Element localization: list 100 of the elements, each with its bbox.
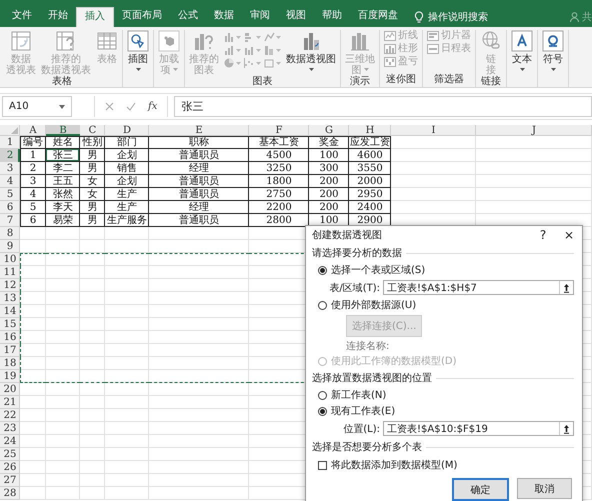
dialog-title: 创建数据透视图: [312, 228, 383, 242]
row-header[interactable]: 18: [0, 357, 20, 370]
shapes-icon: [127, 30, 149, 52]
person-icon: [570, 12, 579, 22]
radio-label[interactable]: 使用外部数据源(U): [331, 298, 416, 312]
column-header[interactable]: F: [249, 125, 309, 136]
slicer-icon: [427, 31, 439, 41]
row-header[interactable]: 16: [0, 331, 20, 344]
row-header[interactable]: 15: [0, 318, 20, 331]
table-cell: 男: [80, 214, 105, 227]
radio-button[interactable]: [318, 300, 327, 310]
row-header[interactable]: 23: [0, 422, 20, 435]
column-header[interactable]: E: [149, 125, 249, 136]
table-cell: 经理: [149, 201, 249, 214]
formula-field[interactable]: 张三: [174, 96, 592, 117]
field-label: 表/区域(T):: [328, 282, 380, 294]
row-header[interactable]: 19: [0, 370, 20, 383]
row-header[interactable]: 6: [0, 201, 20, 214]
row-header[interactable]: 5: [0, 188, 20, 201]
table-cell: 普通职员: [149, 175, 249, 188]
row-header[interactable]: 13: [0, 292, 20, 305]
radio-label[interactable]: 新工作表(N): [331, 388, 386, 402]
table-cell: 职称: [149, 136, 249, 149]
checkbox[interactable]: [318, 460, 327, 470]
ribbon-tab[interactable]: 百度网盘: [350, 7, 406, 27]
name-box[interactable]: A10: [2, 96, 72, 117]
row-header[interactable]: 11: [0, 266, 20, 279]
section-heading: 请选择要分析的数据: [312, 246, 402, 260]
row-header[interactable]: 17: [0, 344, 20, 357]
ribbon-tab[interactable]: 帮助: [314, 7, 350, 27]
column-header[interactable]: I: [391, 125, 476, 136]
radio-button[interactable]: [318, 406, 327, 416]
radio-button[interactable]: [318, 266, 327, 274]
row-header[interactable]: 26: [0, 461, 20, 474]
ribbon-button[interactable]: 插图: [125, 30, 151, 71]
table-cell: 男: [80, 162, 105, 175]
range-field[interactable]: 工资表!$A$10:$F$19: [383, 421, 574, 436]
table-cell: 5: [20, 201, 46, 214]
pie-chart-icon: [224, 58, 235, 69]
row-header[interactable]: 9: [0, 240, 20, 253]
column-header[interactable]: C: [80, 125, 105, 136]
combo-chart-icon: [264, 45, 275, 56]
row-header[interactable]: 20: [0, 383, 20, 396]
row-header[interactable]: 3: [0, 162, 20, 175]
ribbon-tab[interactable]: 开始: [40, 7, 76, 27]
ribbon-tab[interactable]: 数据: [206, 7, 242, 27]
caret-icon: [236, 36, 241, 39]
row-header[interactable]: 4: [0, 175, 20, 188]
row-header[interactable]: 14: [0, 305, 20, 318]
column-header[interactable]: J: [476, 125, 592, 136]
ribbon-tab[interactable]: 文件: [4, 7, 40, 27]
table-cell: 200: [309, 175, 349, 188]
tell-me-search[interactable]: 操作说明搜索: [428, 10, 488, 24]
table-cell: 普通职员: [149, 214, 249, 227]
row-header[interactable]: 7: [0, 214, 20, 227]
ribbon-tab[interactable]: 公式: [170, 7, 206, 27]
table-cell: 3: [20, 175, 46, 188]
table-cell: 普通职员: [149, 188, 249, 201]
close-button[interactable]: ×: [556, 228, 582, 242]
row-header[interactable]: 1: [0, 136, 20, 149]
ribbon-button[interactable]: 文本: [509, 30, 535, 71]
ribbon-tab[interactable]: 视图: [278, 7, 314, 27]
column-header[interactable]: H: [349, 125, 391, 136]
ribbon-tab[interactable]: 插入: [76, 7, 114, 27]
column-header[interactable]: B: [46, 125, 80, 136]
row-header[interactable]: 25: [0, 448, 20, 461]
caret-icon: [236, 49, 241, 52]
row-header[interactable]: 10: [0, 253, 20, 266]
row-header[interactable]: 22: [0, 409, 20, 422]
column-header[interactable]: A: [20, 125, 46, 136]
dialog-button[interactable]: 确定: [452, 478, 509, 501]
column-header[interactable]: G: [309, 125, 349, 136]
row-header[interactable]: 8: [0, 227, 20, 240]
column-header[interactable]: D: [105, 125, 149, 136]
radio-label[interactable]: 现有工作表(E): [331, 404, 396, 418]
table-cell: 3550: [349, 162, 391, 175]
row-header[interactable]: 21: [0, 396, 20, 409]
row-header[interactable]: 28: [0, 487, 20, 500]
group-label: 筛选器: [434, 74, 464, 87]
insert-function-button[interactable]: fx: [148, 101, 158, 112]
ribbon-tab[interactable]: 审阅: [242, 7, 278, 27]
radio-button[interactable]: [318, 390, 327, 400]
ribbon-button[interactable]: 符号: [540, 30, 566, 71]
caret-icon: [256, 36, 261, 39]
dialog-button[interactable]: 取消: [517, 478, 572, 499]
help-button[interactable]: ?: [530, 228, 556, 242]
caret-icon: [256, 49, 261, 52]
table-cell: 200: [309, 201, 349, 214]
caret-icon: [256, 62, 261, 65]
radio-label[interactable]: 选择一个表或区域(S): [331, 263, 426, 277]
row-header[interactable]: 2: [0, 149, 20, 162]
row-header[interactable]: 27: [0, 474, 20, 487]
caret-icon: [236, 62, 241, 65]
row-header[interactable]: 12: [0, 279, 20, 292]
checkbox-label[interactable]: 将此数据添加到数据模型(M): [331, 458, 458, 472]
range-field[interactable]: 工资表!$A$1:$H$7: [383, 280, 574, 295]
row-header[interactable]: 24: [0, 435, 20, 448]
ribbon-tab[interactable]: 页面布局: [114, 7, 170, 27]
table-cell: 张然: [46, 188, 80, 201]
ribbon-button[interactable]: 数据透视图: [284, 30, 338, 71]
